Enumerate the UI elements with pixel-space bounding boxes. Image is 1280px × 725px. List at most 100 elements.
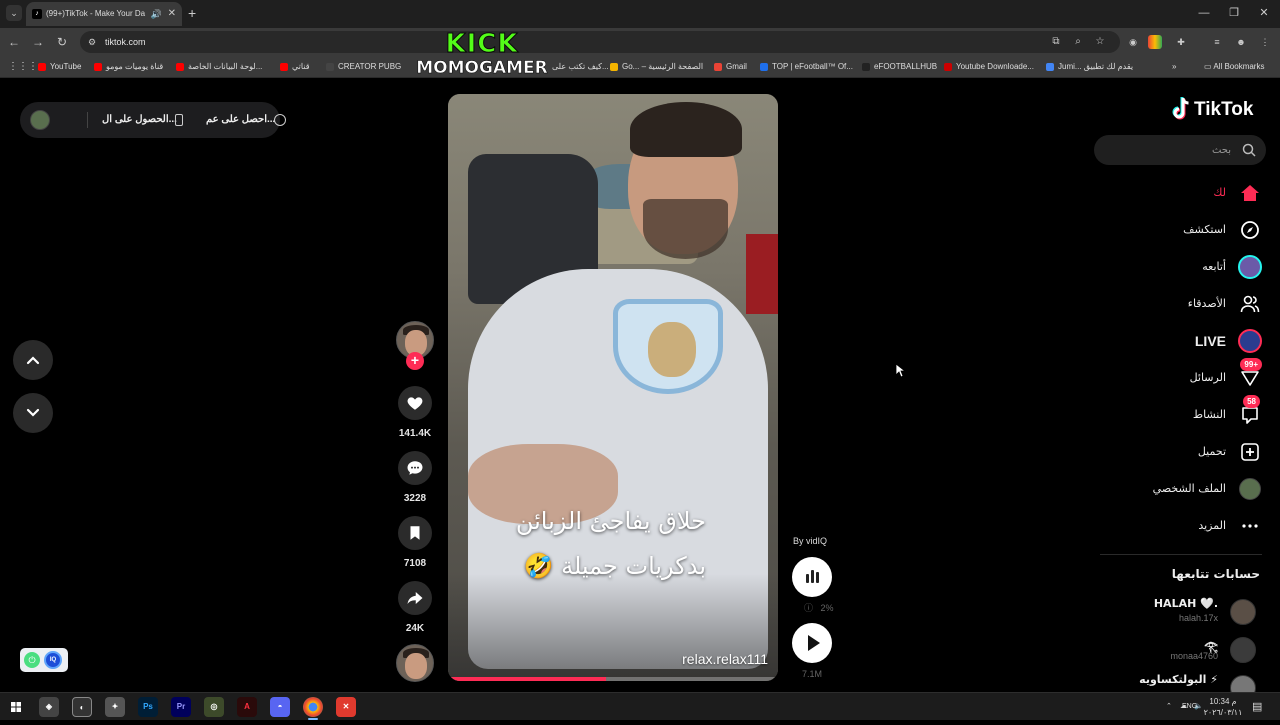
clock-time: 10:34 م [1209,697,1237,706]
comment-action[interactable]: 3228 [398,451,432,504]
following-account[interactable]: 𓂀 monaa4760 [1100,633,1264,669]
zoom-icon[interactable]: ⌕ [1072,36,1084,48]
next-video-button[interactable] [13,393,53,433]
taskbar-app-x[interactable]: ✕ [336,697,356,717]
bookmark-youtube[interactable]: YouTube [38,56,81,78]
bookmark-my-channel[interactable]: قناتي [280,56,310,78]
phone-icon [175,114,183,126]
video-player[interactable]: حلاق يفاجئ الزبائن بدكريات جميلة 🤣 relax… [448,94,778,681]
view-count: 7.1M [801,669,822,679]
taskbar-app-photoshop[interactable]: Ps [138,697,158,717]
chrome-menu-icon[interactable]: ⋮ [1258,35,1272,49]
following-account[interactable]: البولتكساويه ⚡ [1100,671,1264,692]
tray-overflow-icon[interactable]: ⌃ [1166,693,1172,721]
notifications-icon[interactable]: ▤ [1252,693,1262,721]
nav-friends[interactable]: الأصدقاء [1100,290,1264,318]
taskbar-app-game[interactable]: ✦ [105,697,125,717]
follow-plus-button[interactable]: + [406,352,424,370]
search-icon[interactable] [1242,143,1256,157]
vidiq-stats-button[interactable] [792,557,832,597]
address-bar[interactable]: ⚙ tiktok.com ⧉ ⌕ ☆ [80,31,1120,53]
bookmark-jumi-app[interactable]: Jumi... يقدم لك تطبيق [1046,56,1133,78]
taskbar-app-premiere[interactable]: Pr [171,697,191,717]
media-controls-icon[interactable]: ≡ [1210,35,1224,49]
reload-button[interactable]: ↻ [54,34,70,50]
bookmark-youtube-downloader[interactable]: Youtube Downloade... [944,56,1034,78]
site-info-icon[interactable]: ⚙ [88,36,100,48]
new-tab-button[interactable]: + [188,4,202,22]
nav-live[interactable]: LIVE [1100,327,1264,355]
bookmark-gmail[interactable]: Gmail [714,56,747,78]
back-button[interactable]: ← [6,34,22,50]
extension-toggle[interactable]: ⏻ IQ [20,648,68,672]
tab-search-button[interactable]: ⌄ [6,5,22,21]
nav-upload[interactable]: تحميل [1100,438,1264,466]
browser-tab-tiktok[interactable]: ♪ (99+)TikTok - Make Your Da 🔊 ✕ [26,2,182,26]
bookmark-google-home[interactable]: Go... – الصفحة الرئيسية [610,56,703,78]
comment-button[interactable] [398,451,432,485]
nav-for-you[interactable]: لك [1100,179,1264,207]
profile-icon[interactable]: ☻ [1234,35,1248,49]
start-windows-icon[interactable] [6,697,26,717]
bookmark-efootballhub[interactable]: eFOOTBALLHUB [862,56,937,78]
previous-video-button[interactable] [13,340,53,380]
search-input[interactable] [1106,135,1231,165]
play-button[interactable] [792,623,832,663]
like-action[interactable]: 141.4K [398,386,432,439]
nav-profile[interactable]: الملف الشخصي [1100,475,1264,503]
bookmarks-bar: ⋮⋮⋮ YouTube قناة يوميات مومو لوحة البيان… [0,56,1280,78]
taskbar-app-acrobat[interactable]: A [237,697,257,717]
taskbar-app-streaming[interactable]: ◈ [39,697,59,717]
all-bookmarks-folder[interactable]: ▭ All Bookmarks [1204,56,1264,78]
close-tab-icon[interactable]: ✕ [168,2,176,26]
video-author-handle[interactable]: relax.relax111 [682,651,768,667]
video-progress-bar[interactable] [448,677,778,681]
account-avatar [1230,637,1256,663]
minimize-button[interactable]: — [1196,4,1212,22]
tiktok-logo[interactable]: TikTok [1172,97,1253,126]
user-avatar[interactable] [30,110,50,130]
save-action[interactable]: 7108 [398,516,432,569]
bookmarks-overflow-icon[interactable]: » [1172,56,1176,78]
profile-avatar [1239,478,1261,500]
bookmark-efootball-top[interactable]: TOP | eFootball™ Of... [760,56,853,78]
language-indicator[interactable]: ENG [1182,693,1197,721]
bookmark-momo-channel[interactable]: قناة يوميات مومو [94,56,163,78]
extensions-icon[interactable]: ✚ [1174,35,1188,49]
install-app-icon[interactable]: ⧉ [1050,36,1062,48]
save-button[interactable] [398,516,432,550]
taskbar-app-discord[interactable]: ◓ [270,697,290,717]
get-web-app-button[interactable]: احصل على عم... [206,102,275,138]
taskbar-app-chrome[interactable] [303,697,323,717]
kick-logo: KICK [445,29,519,59]
system-clock[interactable]: 10:34 م ٢٠٢٦/٠٣/١١ [1203,696,1243,718]
nav-activity[interactable]: النشاط 58 [1100,395,1264,429]
camera-extension-icon[interactable]: ◉ [1126,35,1140,49]
get-app-button[interactable]: الحصول على ال... [102,102,177,138]
share-action[interactable]: 24K [398,581,432,634]
speaker-icon[interactable]: 🔊 [151,2,162,26]
bookmark-how-to-write[interactable]: كيف تكتب على... [552,56,609,78]
following-account[interactable]: HALAH 🤍. halah.17x [1100,595,1264,631]
taskbar-app-obs[interactable]: ◐ [72,697,92,717]
search-box[interactable] [1094,135,1266,165]
apps-grid-icon[interactable]: ⋮⋮⋮ [8,56,38,78]
nav-explore[interactable]: استكشف [1100,216,1264,244]
bookmark-creator-pubg[interactable]: CREATOR PUBG [326,56,401,78]
forward-button[interactable]: → [30,34,46,50]
like-button[interactable] [398,386,432,420]
url-text[interactable]: tiktok.com [105,31,146,53]
music-creator-avatar[interactable] [396,644,434,682]
bookmark-star-icon[interactable]: ☆ [1094,36,1106,48]
taskbar-app-browser[interactable]: ◎ [204,697,224,717]
streamer-name: MOMOGAMER [416,58,548,79]
close-window-button[interactable]: ✕ [1256,4,1272,22]
color-extension-icon[interactable] [1148,35,1162,49]
share-button[interactable] [398,581,432,615]
video-caption-line-1: حلاق يفاجئ الزبائن [515,507,706,535]
bookmark-dashboard[interactable]: لوحة البيانات الخاصة... [176,56,262,78]
restore-button[interactable]: ❐ [1226,4,1242,22]
nav-messages[interactable]: الرسائل 99+ [1100,358,1264,392]
nav-more[interactable]: المزيد [1100,512,1264,540]
nav-following[interactable]: أتابعه [1100,253,1264,281]
